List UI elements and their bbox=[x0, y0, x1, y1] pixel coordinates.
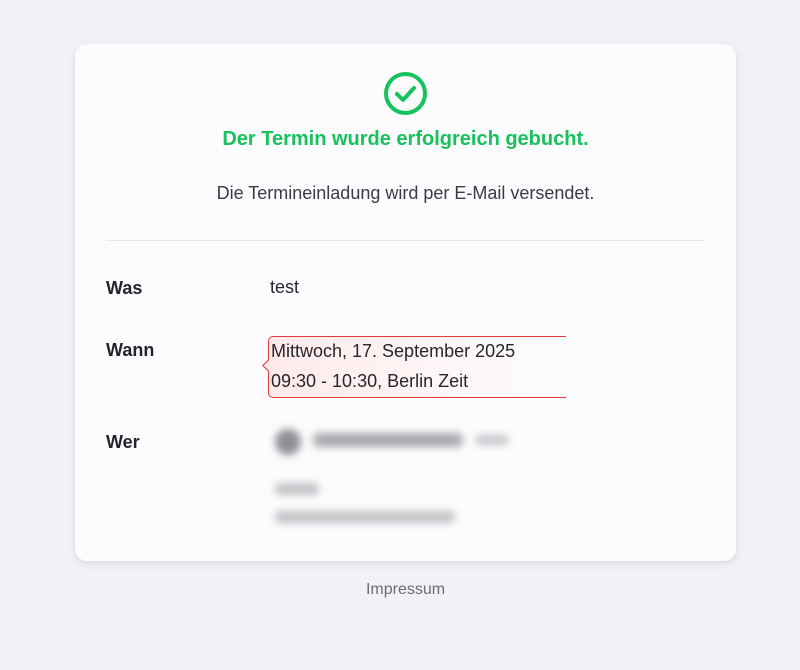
confirmation-title: Der Termin wurde erfolgreich gebucht. bbox=[222, 128, 589, 150]
check-circle-icon bbox=[384, 72, 427, 115]
organizer-name-redacted bbox=[313, 433, 463, 447]
organizer-tag-redacted bbox=[475, 435, 509, 445]
impressum-link[interactable]: Impressum bbox=[0, 581, 800, 599]
wer-redacted-block bbox=[267, 421, 537, 541]
was-value: test bbox=[270, 277, 300, 297]
wann-label: Wann bbox=[106, 340, 155, 360]
was-label: Was bbox=[106, 278, 143, 298]
page: Der Termin wurde erfolgreich gebucht. Di… bbox=[0, 0, 800, 670]
wann-highlight-box: Mittwoch, 17. September 2025 09:30 - 10:… bbox=[262, 336, 566, 398]
avatar bbox=[275, 429, 301, 455]
wann-date: Mittwoch, 17. September 2025 bbox=[271, 341, 516, 361]
attendee-name-redacted bbox=[275, 483, 319, 495]
wer-label: Wer bbox=[106, 432, 140, 452]
confirmation-subtitle: Die Termineinladung wird per E-Mail vers… bbox=[216, 183, 595, 203]
divider bbox=[106, 240, 705, 241]
booking-confirmation-card: Der Termin wurde erfolgreich gebucht. Di… bbox=[75, 44, 736, 561]
wann-time: 09:30 - 10:30, Berlin Zeit bbox=[271, 371, 469, 391]
attendee-email-redacted bbox=[275, 511, 455, 523]
